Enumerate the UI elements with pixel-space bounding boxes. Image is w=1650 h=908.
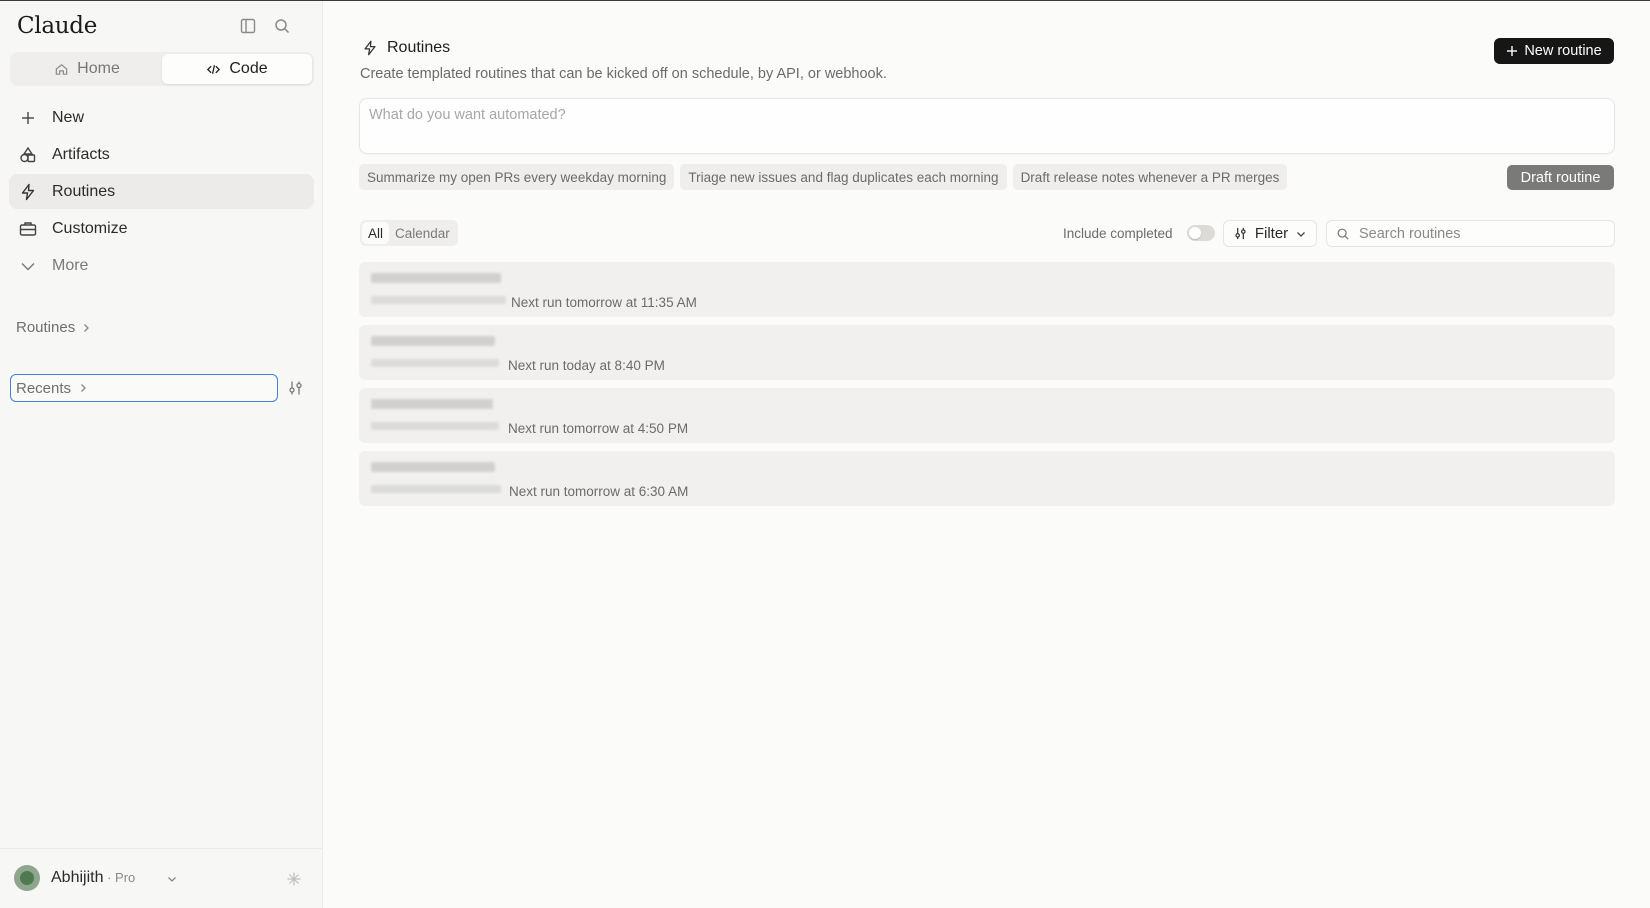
sidebar-item-more[interactable]: More: [9, 248, 314, 283]
routines-section-label: Routines: [16, 319, 76, 336]
next-run-text: Next run tomorrow at 11:35 AM: [511, 295, 697, 310]
sliders-icon: [1235, 227, 1246, 240]
chevron-down-icon[interactable]: [166, 873, 178, 885]
code-icon: [207, 64, 221, 74]
bolt-icon: [364, 40, 376, 56]
view-tabs: All Calendar: [360, 220, 458, 246]
recents-label: Recents: [16, 379, 72, 397]
automation-prompt-input[interactable]: [360, 99, 1614, 153]
page-title: Routines: [387, 39, 451, 56]
recents-section-link[interactable]: Recents: [10, 374, 278, 402]
redacted-title: [371, 399, 493, 409]
sidebar-nav: New Artifacts Routines Customize More: [9, 100, 314, 285]
sidebar-item-artifacts[interactable]: Artifacts: [9, 137, 314, 172]
redacted-title: [371, 462, 495, 472]
next-run-text: Next run tomorrow at 4:50 PM: [508, 421, 689, 436]
user-footer[interactable]: Abhijith · Pro: [0, 848, 322, 908]
suggestion-chip[interactable]: Triage new issues and flag duplicates ea…: [680, 164, 1007, 190]
redacted-title: [371, 336, 495, 346]
include-completed-label: Include completed: [1063, 226, 1173, 241]
sidebar-item-label: More: [52, 256, 89, 274]
suggestion-chips: Summarize my open PRs every weekday morn…: [359, 164, 1288, 190]
brand-logo[interactable]: Claude: [17, 13, 97, 39]
routine-row[interactable]: Next run tomorrow at 4:50 PM: [359, 388, 1615, 443]
bolt-icon: [21, 183, 35, 200]
chevron-right-icon: [81, 384, 86, 392]
plus-icon: [1507, 46, 1518, 56]
toggle-home[interactable]: Home: [12, 54, 162, 84]
next-run-text: Next run tomorrow at 6:30 AM: [509, 484, 689, 499]
filter-label: Filter: [1254, 225, 1289, 242]
routine-row[interactable]: Next run today at 8:40 PM: [359, 325, 1615, 380]
shapes-icon: [20, 146, 36, 162]
sidebar-item-label: Artifacts: [52, 145, 110, 163]
sidebar: Claude Home Code New Artifacts Routines: [0, 1, 323, 908]
draft-routine-button[interactable]: Draft routine: [1507, 165, 1614, 190]
chevron-right-icon: [84, 323, 90, 332]
tab-calendar[interactable]: Calendar: [389, 222, 456, 244]
automation-prompt-box: [359, 98, 1615, 154]
redacted-subtitle: [371, 296, 506, 304]
search-routines-box: [1326, 220, 1615, 247]
next-run-text: Next run today at 8:40 PM: [508, 358, 665, 373]
redacted-title: [371, 273, 501, 283]
search-icon[interactable]: [272, 16, 292, 36]
avatar[interactable]: [14, 865, 40, 891]
user-name: Abhijith: [51, 869, 104, 886]
sidebar-item-label: Routines: [52, 182, 116, 200]
redacted-subtitle: [371, 359, 499, 367]
redacted-subtitle: [371, 485, 501, 493]
filter-button[interactable]: Filter: [1223, 220, 1317, 247]
sidebar-item-routines[interactable]: Routines: [9, 174, 314, 209]
recents-filter-icon[interactable]: [287, 379, 305, 397]
user-name-block: Abhijith · Pro: [51, 869, 136, 886]
search-icon: [1337, 228, 1349, 240]
include-completed-toggle[interactable]: [1187, 225, 1215, 241]
chevron-down-icon: [1297, 231, 1306, 237]
routine-list: Next run tomorrow at 11:35 AM Next run t…: [359, 262, 1615, 514]
redacted-subtitle: [371, 422, 499, 430]
plus-icon: [22, 111, 34, 124]
home-icon: [55, 63, 68, 75]
sidebar-item-label: Customize: [52, 219, 128, 237]
sidebar-toggle-icon[interactable]: [238, 16, 258, 36]
toggle-code[interactable]: Code: [162, 54, 312, 84]
toggle-home-label: Home: [77, 60, 120, 77]
briefcase-icon: [19, 221, 37, 236]
page-subtitle: Create templated routines that can be ki…: [360, 66, 887, 82]
sidebar-item-label: New: [52, 108, 85, 126]
routine-row[interactable]: Next run tomorrow at 11:35 AM: [359, 262, 1615, 317]
sidebar-item-customize[interactable]: Customize: [9, 211, 314, 246]
main-content: Routines Create templated routines that …: [323, 1, 1650, 908]
tab-all[interactable]: All: [362, 222, 390, 244]
user-plan: Pro: [115, 870, 136, 885]
home-code-toggle: Home Code: [10, 52, 314, 86]
chevron-down-icon: [21, 262, 35, 270]
new-routine-label: New routine: [1524, 43, 1602, 59]
search-routines-input[interactable]: [1359, 225, 1599, 242]
toggle-code-label: Code: [229, 60, 268, 77]
suggestion-chip[interactable]: Draft release notes whenever a PR merges: [1012, 164, 1288, 190]
suggestion-chip[interactable]: Summarize my open PRs every weekday morn…: [359, 164, 675, 190]
sparkle-icon[interactable]: [286, 871, 302, 887]
routines-section-link[interactable]: Routines: [16, 319, 91, 336]
page-header: Routines: [361, 39, 450, 57]
sidebar-item-new[interactable]: New: [9, 100, 314, 135]
new-routine-button[interactable]: New routine: [1494, 38, 1614, 64]
routine-row[interactable]: Next run tomorrow at 6:30 AM: [359, 451, 1615, 506]
